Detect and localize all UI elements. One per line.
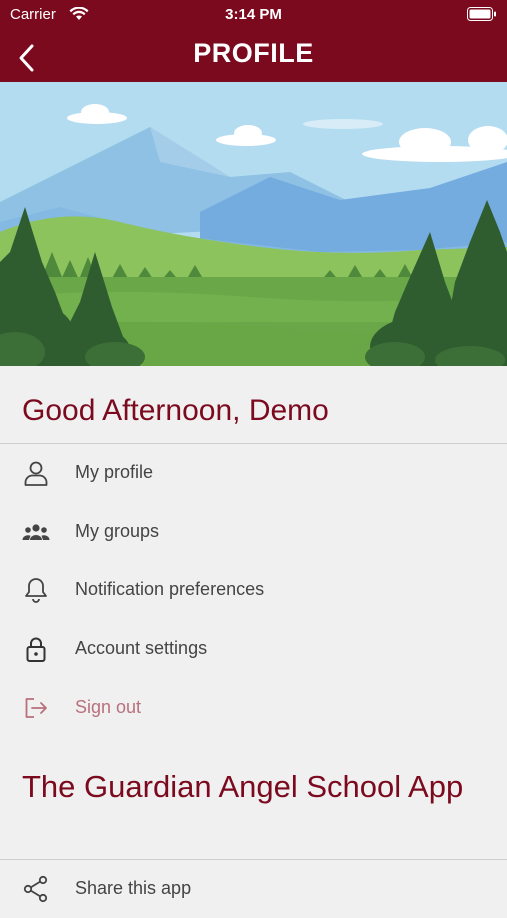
menu-item-label: Sign out <box>75 697 142 717</box>
hero-landscape-image <box>0 82 507 377</box>
menu-item-share-app[interactable]: Share this app <box>0 860 507 918</box>
sign-out-icon <box>22 694 50 722</box>
menu-item-label: Account settings <box>75 638 208 658</box>
app-header: Carrier 3:14 PM PROFILE <box>0 0 507 82</box>
menu-item-label: My profile <box>75 462 154 482</box>
menu-item-sign-out[interactable]: Sign out <box>0 679 507 737</box>
lock-icon <box>22 635 50 663</box>
menu-item-label: Share this app <box>75 878 192 898</box>
group-icon <box>22 518 50 546</box>
menu-item-account-settings[interactable]: Account settings <box>0 620 507 678</box>
bell-icon <box>22 576 50 604</box>
person-icon <box>22 459 50 487</box>
school-app-heading: The Guardian Angel School App <box>22 769 464 804</box>
status-bar: Carrier 3:14 PM <box>0 0 507 30</box>
menu-item-notification-preferences[interactable]: Notification preferences <box>0 561 507 619</box>
battery-icon <box>467 7 497 25</box>
status-time: 3:14 PM <box>225 6 282 23</box>
page-title: PROFILE <box>193 38 314 68</box>
greeting-heading: Good Afternoon, Demo <box>22 394 329 427</box>
menu-item-my-profile[interactable]: My profile <box>0 444 507 502</box>
menu-item-label: Notification preferences <box>75 579 265 599</box>
menu-item-my-groups[interactable]: My groups <box>0 503 507 561</box>
menu-item-label: My groups <box>75 521 160 541</box>
share-icon <box>22 875 50 903</box>
